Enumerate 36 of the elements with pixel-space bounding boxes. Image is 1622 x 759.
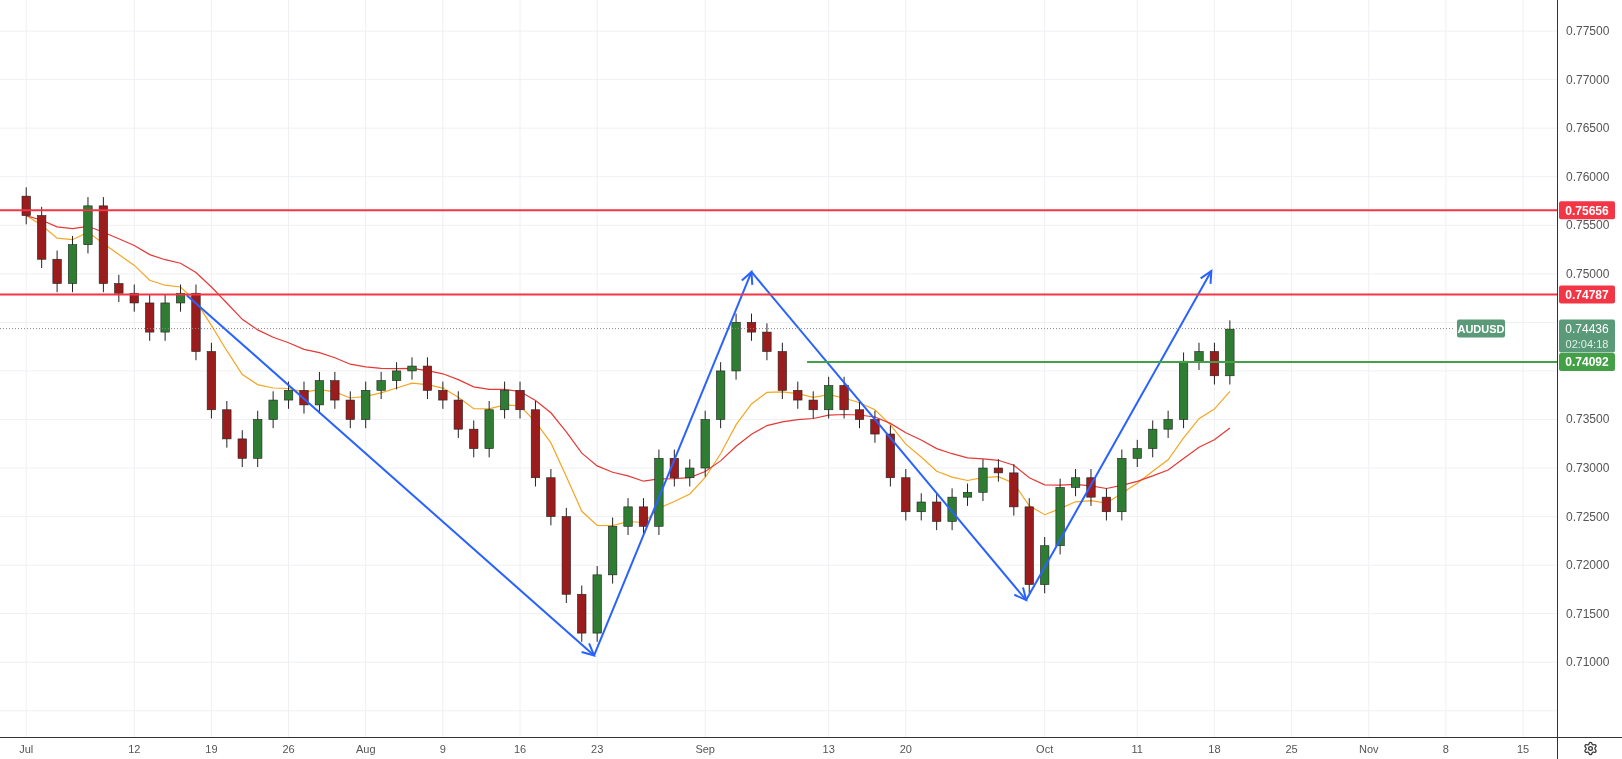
time-axis-label: 16 [513, 743, 527, 755]
price-axis-label: 0.75500 [1566, 218, 1610, 233]
price-axis-label: 0.76500 [1566, 121, 1610, 136]
price-axis-label: 0.76000 [1566, 169, 1610, 184]
price-axis-label: 0.71000 [1566, 655, 1610, 670]
time-axis-label: 8 [1442, 743, 1449, 755]
price-tag: 0.75656 [1559, 201, 1615, 220]
price-axis-label: 0.73500 [1566, 412, 1610, 427]
time-axis-label: 19 [205, 743, 218, 755]
price-tag: 0.74787 [1559, 285, 1615, 304]
time-axis-label: 23 [591, 743, 604, 755]
time-axis-label: 26 [282, 743, 295, 755]
settings-icon[interactable] [1582, 741, 1598, 756]
time-axis-label: 13 [822, 743, 835, 755]
price-axis-label: 0.71500 [1566, 606, 1610, 621]
time-axis-label: Sep [695, 743, 715, 755]
symbol-tag: AUDUSD [1457, 319, 1505, 338]
time-axis-label: 9 [439, 743, 446, 755]
price-axis-label: 0.77000 [1566, 72, 1610, 87]
price-axis-label: 0.75000 [1566, 266, 1610, 281]
time-axis-label: 18 [1208, 743, 1221, 755]
price-axis-label: 0.77500 [1566, 24, 1610, 39]
price-tag: 0.74092 [1559, 353, 1615, 371]
time-axis-label: 20 [899, 743, 912, 755]
time-axis-label: 11 [1131, 743, 1143, 755]
price-axis-label: 0.72500 [1566, 509, 1610, 524]
time-axis-label: Aug [355, 743, 376, 755]
price-tag: 0.74436 02:04:18 [1559, 319, 1615, 353]
time-axis-label: 25 [1285, 743, 1298, 755]
price-axis-label: 0.73000 [1566, 461, 1610, 476]
time-axis-label: Nov [1358, 743, 1379, 755]
time-axis-label: Oct [1036, 743, 1054, 755]
price-axis-label: 0.72000 [1566, 558, 1610, 573]
time-axis-label: 15 [1516, 743, 1530, 755]
time-axis-label: Jul [19, 743, 34, 755]
time-axis-label: 12 [128, 743, 141, 755]
